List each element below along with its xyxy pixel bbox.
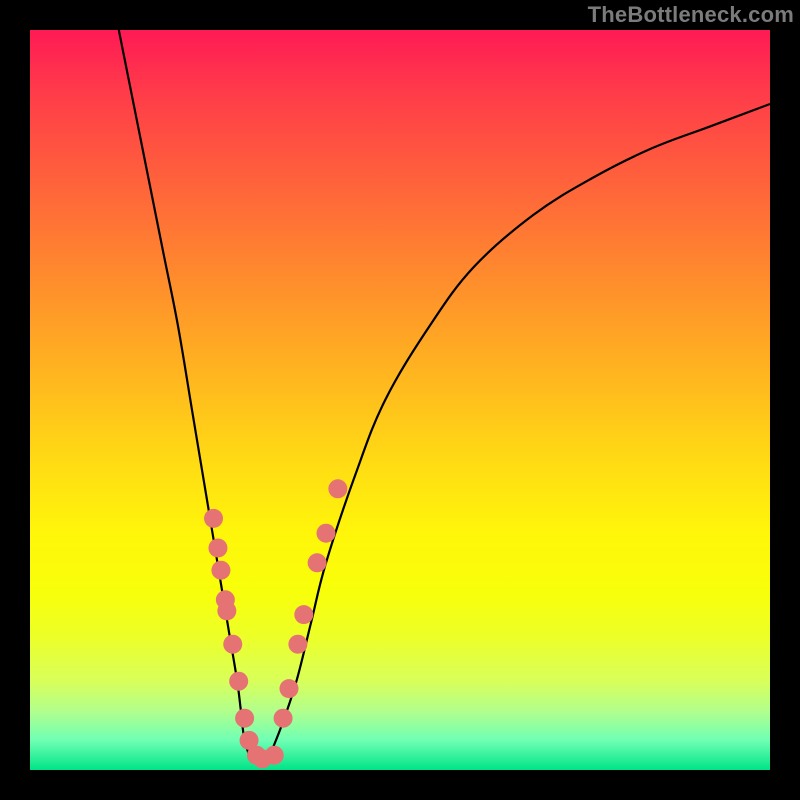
watermark-text: TheBottleneck.com	[588, 2, 794, 28]
data-marker	[317, 524, 336, 543]
data-marker	[294, 605, 313, 624]
data-marker	[280, 679, 299, 698]
right-curve	[267, 104, 770, 763]
data-marker	[308, 553, 327, 572]
data-marker	[217, 601, 236, 620]
plot-area	[30, 30, 770, 770]
markers-left	[204, 509, 272, 769]
markers-right	[265, 479, 348, 764]
data-marker	[211, 561, 230, 580]
chart-frame: TheBottleneck.com	[0, 0, 800, 800]
data-marker	[223, 635, 242, 654]
data-marker	[208, 539, 227, 558]
data-marker	[265, 746, 284, 765]
data-marker	[204, 509, 223, 528]
data-marker	[229, 672, 248, 691]
data-marker	[235, 709, 254, 728]
curve-layer	[30, 30, 770, 770]
data-marker	[288, 635, 307, 654]
data-marker	[328, 479, 347, 498]
data-marker	[274, 709, 293, 728]
